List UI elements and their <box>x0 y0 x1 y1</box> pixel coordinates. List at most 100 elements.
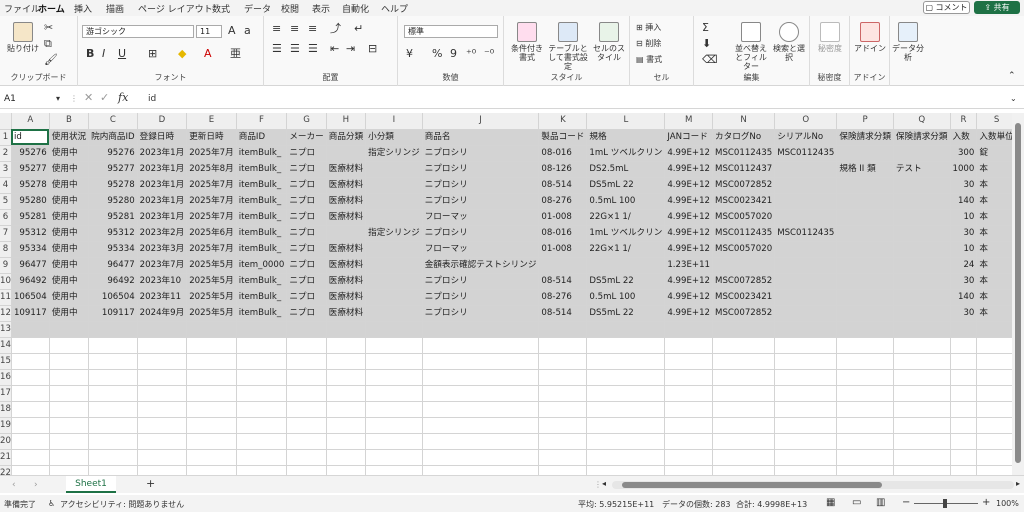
cell[interactable]: ニプロシリ <box>422 273 540 290</box>
cell[interactable] <box>538 433 588 450</box>
cell[interactable] <box>774 193 838 210</box>
cell[interactable]: 1mL ツベルクリン <box>586 145 666 162</box>
cell[interactable]: 08-514 <box>538 273 588 290</box>
cell[interactable]: MSC0072852 <box>712 177 776 194</box>
cell[interactable] <box>365 385 423 402</box>
cell[interactable]: 4.99E+12 <box>664 225 714 242</box>
cell[interactable]: ニプロシリ <box>422 193 540 210</box>
cell[interactable]: 使用中 <box>49 145 90 162</box>
clear-icon[interactable]: ⌫ <box>702 54 718 66</box>
column-header-i[interactable]: I <box>365 113 423 130</box>
cell[interactable]: 30 <box>950 305 978 322</box>
cell[interactable] <box>836 337 894 354</box>
cell[interactable]: 96492 <box>11 273 50 290</box>
data-analysis-button[interactable]: データ分析 <box>892 22 924 62</box>
row-header[interactable]: 4 <box>0 177 12 194</box>
cell[interactable]: 95277 <box>11 161 50 178</box>
cell[interactable]: MSC0023421 <box>712 289 776 306</box>
cell[interactable] <box>950 353 978 370</box>
cell[interactable] <box>137 401 188 418</box>
cell[interactable]: ニプロシリ <box>422 225 540 242</box>
cell[interactable]: itemBulk_ <box>236 161 288 178</box>
cell[interactable]: メーカー <box>286 129 327 146</box>
cell[interactable] <box>774 209 838 226</box>
zoom-slider-thumb[interactable] <box>943 499 947 508</box>
cell[interactable]: 95277 <box>88 161 138 178</box>
cell[interactable]: 医療材料 <box>326 289 367 306</box>
cell[interactable] <box>236 353 288 370</box>
cell[interactable] <box>712 401 776 418</box>
cell[interactable]: itemBulk_ <box>236 145 288 162</box>
cell[interactable]: 08-514 <box>538 177 588 194</box>
cell[interactable] <box>137 433 188 450</box>
cell[interactable]: 95278 <box>11 177 50 194</box>
cell[interactable] <box>326 337 367 354</box>
cell[interactable]: 10 <box>950 241 978 258</box>
cell[interactable]: 2025年7月 <box>186 145 237 162</box>
cell[interactable]: 医療材料 <box>326 209 367 226</box>
cell[interactable] <box>712 417 776 434</box>
row-header[interactable]: 13 <box>0 321 12 338</box>
cell[interactable] <box>774 257 838 274</box>
cell[interactable] <box>236 417 288 434</box>
cell[interactable] <box>186 385 237 402</box>
cell[interactable] <box>774 369 838 386</box>
cell[interactable] <box>774 241 838 258</box>
horizontal-scrollbar[interactable] <box>612 481 1014 489</box>
cell[interactable] <box>49 353 90 370</box>
cell[interactable] <box>893 209 951 226</box>
cell[interactable]: 109117 <box>88 305 138 322</box>
cell[interactable] <box>286 369 327 386</box>
cell[interactable]: 更新日時 <box>186 129 237 146</box>
cell[interactable] <box>236 401 288 418</box>
add-sheet-icon[interactable]: + <box>146 478 155 490</box>
cell[interactable]: 2025年8月 <box>186 161 237 178</box>
cell[interactable]: 2025年7月 <box>186 241 237 258</box>
cell[interactable] <box>950 449 978 466</box>
enter-icon[interactable]: ✓ <box>100 92 109 104</box>
cell[interactable]: 2023年1月 <box>137 145 188 162</box>
cell[interactable]: 2024年9月 <box>137 305 188 322</box>
cell[interactable]: フローマッ <box>422 241 540 258</box>
border-icon[interactable]: ⊞ <box>148 48 157 60</box>
cell[interactable]: MSC0072852 <box>712 273 776 290</box>
prev-sheet-icon[interactable]: ‹ <box>12 479 16 491</box>
tab-data[interactable]: データ <box>244 2 271 15</box>
cell[interactable] <box>836 369 894 386</box>
normal-view-icon[interactable]: ▦ <box>826 497 835 509</box>
cell[interactable] <box>88 321 138 338</box>
cell[interactable] <box>664 369 714 386</box>
align-middle-icon[interactable]: ≡ <box>290 23 299 35</box>
cell[interactable]: 医療材料 <box>326 161 367 178</box>
cell[interactable] <box>11 353 50 370</box>
comma-button[interactable]: 9 <box>450 48 457 60</box>
cell[interactable] <box>326 145 367 162</box>
cell[interactable] <box>664 337 714 354</box>
cell[interactable] <box>712 449 776 466</box>
cell[interactable] <box>712 321 776 338</box>
cell[interactable] <box>186 449 237 466</box>
row-header[interactable]: 20 <box>0 433 12 450</box>
cell[interactable]: itemBulk_ <box>236 241 288 258</box>
cell[interactable] <box>712 433 776 450</box>
row-header[interactable]: 2 <box>0 145 12 162</box>
cell[interactable] <box>88 401 138 418</box>
cell[interactable] <box>422 417 540 434</box>
cell[interactable]: itemBulk_ <box>236 193 288 210</box>
cell[interactable] <box>137 337 188 354</box>
merge-center-icon[interactable]: ⊟ <box>368 43 377 55</box>
tab-home[interactable]: ホーム <box>38 2 65 18</box>
cell[interactable] <box>422 449 540 466</box>
cell[interactable]: 製品コード <box>538 129 588 146</box>
cell[interactable] <box>286 401 327 418</box>
formula-content[interactable]: id <box>148 94 156 104</box>
column-header-n[interactable]: N <box>712 113 776 130</box>
cell[interactable] <box>836 353 894 370</box>
column-header-k[interactable]: K <box>538 113 588 130</box>
cell[interactable] <box>422 321 540 338</box>
cell[interactable]: 95276 <box>88 145 138 162</box>
cell[interactable]: 95281 <box>88 209 138 226</box>
cell[interactable] <box>950 385 978 402</box>
delete-cells-button[interactable]: ⊟ 削除 <box>636 38 661 49</box>
cell[interactable] <box>664 401 714 418</box>
